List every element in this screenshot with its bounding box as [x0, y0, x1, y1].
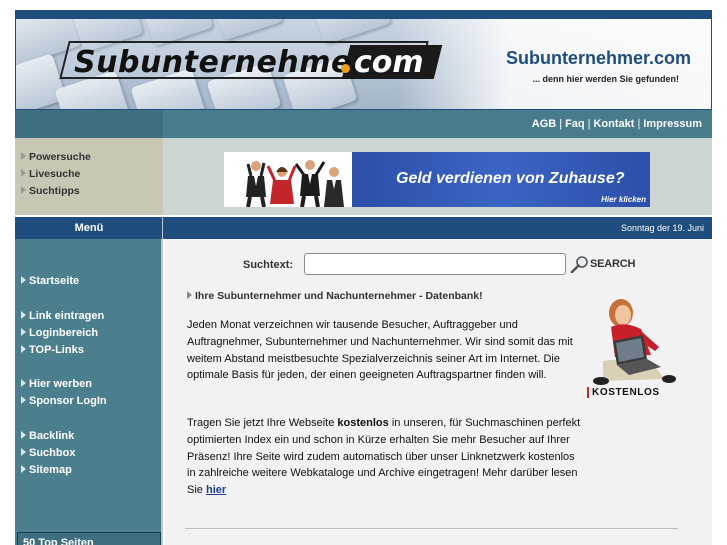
quick-link-livesuche[interactable]: Livesuche — [21, 166, 91, 183]
arrow-right-icon — [21, 328, 26, 336]
quick-link-label: Suchtipps — [29, 185, 80, 197]
sidebar-item-label: Sponsor LogIn — [29, 395, 107, 407]
sidebar-item-sitemap[interactable]: Sitemap — [21, 464, 72, 476]
logo-com-text[interactable]: com — [354, 45, 424, 80]
search-input[interactable] — [304, 253, 566, 275]
arrow-right-icon — [21, 345, 26, 353]
read-more-link[interactable]: hier — [206, 484, 226, 496]
arrow-right-icon — [21, 431, 26, 439]
magnifier-icon — [570, 256, 588, 273]
top-link-separator: | — [559, 118, 563, 130]
site-tagline: ... denn hier werden Sie gefunden! — [532, 74, 679, 84]
register-paragraph: Tragen Sie jetzt Ihre Webseite kostenlos… — [187, 415, 583, 499]
quick-links-strip: Powersuche Livesuche Suchtipps Geld verd… — [15, 138, 712, 215]
arrow-right-icon — [21, 396, 26, 404]
sidebar-item-label: Link eintragen — [29, 310, 105, 322]
sidebar: Startseite Link eintragen Loginbereich T… — [15, 239, 163, 545]
sidebar-item-label: Hier werben — [29, 378, 92, 390]
sidebar-item-label: Loginbereich — [29, 327, 99, 339]
top-link-impressum[interactable]: Impressum — [643, 118, 702, 130]
search-label: Suchtext: — [243, 259, 294, 271]
register-text-before: Tragen Sie jetzt Ihre Webseite — [187, 417, 338, 429]
top-link-faq[interactable]: Faq — [565, 118, 585, 130]
quick-link-label: Powersuche — [29, 151, 91, 163]
ad-photo-business-people — [224, 152, 352, 207]
arrow-right-icon — [21, 311, 26, 319]
quick-link-suchtipps[interactable]: Suchtipps — [21, 183, 91, 200]
free-promo[interactable]: KOSTENLOS — [585, 295, 685, 405]
sidebar-item-link-eintragen[interactable]: Link eintragen — [21, 310, 104, 322]
current-date: Sonntag der 19. Juni — [620, 223, 704, 233]
ad-banner[interactable]: Geld verdienen von Zuhause? Hier klicken — [224, 152, 650, 207]
sidebar-item-backlink[interactable]: Backlink — [21, 430, 74, 442]
sidebar-item-label: Startseite — [29, 275, 80, 287]
logo-dot — [341, 64, 350, 73]
arrow-right-icon — [21, 379, 26, 387]
top-nav-bar: AGB | Faq | Kontakt | Impressum — [15, 110, 712, 138]
sidebar-item-top-links[interactable]: TOP-Links — [21, 344, 84, 356]
keyboard-key-decoration — [210, 19, 284, 41]
sidebar-item-label: Suchbox — [29, 447, 76, 459]
top-links: AGB | Faq | Kontakt | Impressum — [532, 118, 702, 130]
content-divider — [185, 528, 678, 529]
top-link-agb[interactable]: AGB — [532, 118, 556, 130]
top-nav-left-cell — [15, 110, 163, 138]
search-button-label: SEARCH — [590, 258, 636, 270]
free-promo-label: KOSTENLOS — [587, 387, 660, 398]
page: Subunternehmer com Subunternehmer.com ..… — [15, 10, 712, 545]
woman-with-laptop-illustration — [593, 299, 676, 385]
register-text-bold: kostenlos — [337, 417, 389, 429]
quick-links: Powersuche Livesuche Suchtipps — [21, 149, 91, 200]
arrow-right-icon — [21, 465, 26, 473]
menu-bar: Menü Sonntag der 19. Juni — [15, 217, 712, 239]
site-title: Subunternehmer.com — [505, 48, 691, 68]
top-rule — [15, 10, 712, 19]
logo-text[interactable]: Subunternehmer — [74, 45, 367, 80]
sidebar-item-sponsor-login[interactable]: Sponsor LogIn — [21, 395, 107, 407]
intro-paragraph: Jeden Monat verzeichnen wir tausende Bes… — [187, 319, 573, 382]
sidebar-item-label: TOP-Links — [29, 344, 84, 356]
top-link-separator: | — [637, 118, 641, 130]
ad-click-label[interactable]: Hier klicken — [601, 195, 646, 204]
menu-title: Menü — [74, 222, 104, 234]
quick-link-powersuche[interactable]: Powersuche — [21, 149, 91, 166]
sidebar-item-hier-werben[interactable]: Hier werben — [21, 378, 92, 390]
arrow-right-icon — [21, 276, 26, 284]
arrow-right-icon — [187, 291, 192, 299]
top-link-kontakt[interactable]: Kontakt — [593, 118, 634, 130]
sidebar-box-label: 50 Top Seiten — [23, 537, 94, 545]
sidebar-item-label: Backlink — [29, 430, 75, 442]
arrow-right-icon — [21, 169, 26, 177]
ad-headline: Geld verdienen von Zuhause? — [396, 170, 625, 187]
quick-links-panel: Powersuche Livesuche Suchtipps — [15, 138, 163, 215]
quick-link-label: Livesuche — [29, 168, 81, 180]
header-banner: Subunternehmer com Subunternehmer.com ..… — [15, 19, 712, 110]
sidebar-item-label: Sitemap — [29, 464, 72, 476]
search-button[interactable]: SEARCH — [570, 253, 635, 275]
sidebar-item-loginbereich[interactable]: Loginbereich — [21, 327, 98, 339]
sidebar-item-suchbox[interactable]: Suchbox — [21, 447, 75, 459]
business-people-illustration — [246, 160, 344, 207]
arrow-right-icon — [21, 448, 26, 456]
section-title: Ihre Subunternehmer und Nachunternehmer … — [187, 290, 483, 302]
main-content: Suchtext: SEARCH Ihre Subunternehmer und… — [165, 239, 712, 545]
arrow-right-icon — [21, 152, 26, 160]
sidebar-box-top-seiten[interactable]: 50 Top Seiten — [17, 532, 161, 545]
arrow-right-icon — [21, 186, 26, 194]
section-title-text: Ihre Subunternehmer und Nachunternehmer … — [195, 290, 483, 302]
sidebar-item-startseite[interactable]: Startseite — [21, 275, 79, 287]
